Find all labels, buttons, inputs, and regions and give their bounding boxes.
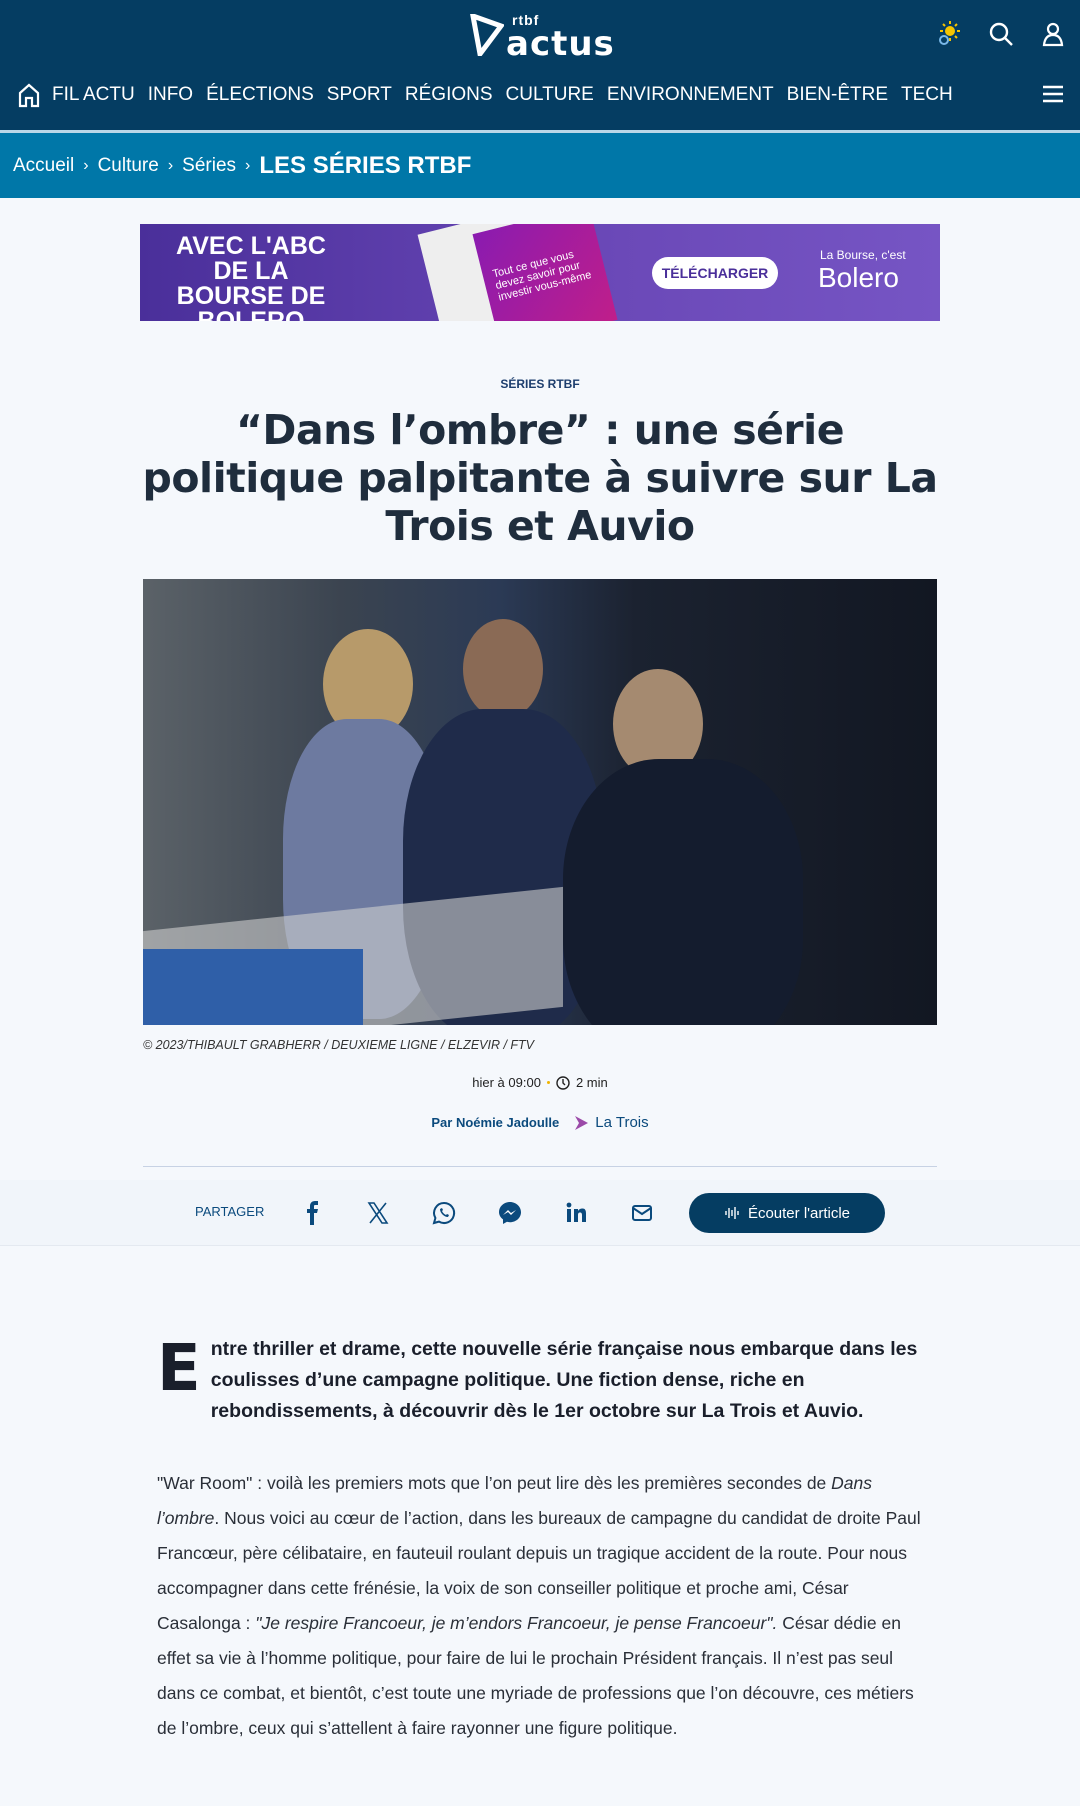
paragraph-text: "War Room" : voilà les premiers mots que… xyxy=(157,1473,832,1493)
breadcrumb-series[interactable]: Séries xyxy=(182,155,236,177)
chevron-right-icon: › xyxy=(83,156,89,174)
linkedin-icon[interactable] xyxy=(563,1200,589,1226)
ad-headline: AVEC L'ABC DE LA BOURSE DE BOLERO xyxy=(176,232,326,322)
nav-culture[interactable]: CULTURE xyxy=(506,84,594,106)
article-title: “Dans l’ombre” : une série politique pal… xyxy=(142,406,939,550)
top-header: rtbf actus FIL ACTU INFO ÉLECTIONS SPORT… xyxy=(0,0,1080,130)
nav-fil-actu[interactable]: FIL ACTU xyxy=(52,84,135,106)
lead-text: ntre thriller et drame, cette nouvelle s… xyxy=(210,1338,918,1422)
channel-link[interactable]: La Trois xyxy=(573,1114,649,1131)
ad-brochure-text: Tout ce que vous devez savoir pour inves… xyxy=(472,224,618,321)
breadcrumb-culture[interactable]: Culture xyxy=(98,155,159,177)
separator-dot xyxy=(546,1081,550,1084)
quote-italic: "Je respire Francoeur, je m’endors Franc… xyxy=(255,1613,778,1633)
article-meta: hier à 09:00 2 min xyxy=(0,1075,1080,1090)
ad-tagline: La Bourse, c'est xyxy=(820,248,906,262)
ad-brand-logo: Bolero xyxy=(818,262,899,293)
nav-environnement[interactable]: ENVIRONNEMENT xyxy=(607,84,774,106)
listen-label: Écouter l'article xyxy=(747,1204,851,1222)
nav-tech[interactable]: TECH xyxy=(901,84,953,106)
article-paragraph: "War Room" : voilà les premiers mots que… xyxy=(157,1466,932,1746)
menu-icon[interactable] xyxy=(1042,84,1064,104)
messenger-icon[interactable] xyxy=(497,1200,523,1226)
rtbf-actus-logo[interactable]: rtbf actus xyxy=(470,12,615,64)
facebook-icon[interactable] xyxy=(300,1200,326,1226)
image-caption: © 2023/THIBAULT GRABHERR / DEUXIEME LIGN… xyxy=(143,1038,535,1052)
divider xyxy=(143,1166,937,1167)
nav-info[interactable]: INFO xyxy=(148,84,193,106)
drop-cap: E xyxy=(157,1332,201,1406)
audio-wave-icon xyxy=(725,1207,739,1219)
article-lead: Entre thriller et drame, cette nouvelle … xyxy=(157,1334,927,1427)
x-twitter-icon[interactable] xyxy=(365,1200,391,1226)
clock-icon xyxy=(556,1075,570,1090)
article-kicker[interactable]: SÉRIES RTBF xyxy=(0,377,1080,391)
publish-date: hier à 09:00 xyxy=(472,1075,541,1090)
la-trois-logo-icon xyxy=(575,1115,589,1130)
email-icon[interactable] xyxy=(629,1200,655,1226)
share-label: PARTAGER xyxy=(195,1204,265,1219)
bolero-ad-banner[interactable]: AVEC L'ABC DE LA BOURSE DE BOLERO Tout c… xyxy=(140,224,940,321)
whatsapp-icon[interactable] xyxy=(431,1200,457,1226)
nav-sport[interactable]: SPORT xyxy=(327,84,392,106)
breadcrumb-current: LES SÉRIES RTBF xyxy=(259,151,472,179)
ad-download-button[interactable]: TÉLÉCHARGER xyxy=(652,257,778,289)
user-icon[interactable] xyxy=(1039,20,1067,48)
author-line: Par Noémie Jadoulle La Trois xyxy=(0,1114,1080,1131)
nav-bien-etre[interactable]: BIEN-ÊTRE xyxy=(787,84,888,106)
article-hero-image xyxy=(143,579,937,1025)
nav-regions[interactable]: RÉGIONS xyxy=(405,84,493,106)
listen-article-button[interactable]: Écouter l'article xyxy=(689,1193,885,1233)
channel-name: La Trois xyxy=(595,1114,649,1131)
chevron-right-icon: › xyxy=(167,156,174,174)
logo-text: actus xyxy=(506,24,615,64)
read-time: 2 min xyxy=(575,1075,608,1090)
breadcrumb: Accueil › Culture › Séries › LES SÉRIES RTB… xyxy=(0,133,1080,198)
weather-icon[interactable] xyxy=(934,20,962,48)
chevron-right-icon: › xyxy=(245,156,251,174)
nav-elections[interactable]: ÉLECTIONS xyxy=(206,84,314,106)
author-link[interactable]: Par Noémie Jadoulle xyxy=(431,1115,559,1130)
home-icon[interactable] xyxy=(14,82,44,108)
search-icon[interactable] xyxy=(987,20,1015,48)
main-nav: FIL ACTU INFO ÉLECTIONS SPORT RÉGIONS CU… xyxy=(0,80,966,110)
share-bar: PARTAGER Écouter l'article xyxy=(0,1180,1080,1246)
breadcrumb-accueil[interactable]: Accueil xyxy=(13,155,74,177)
